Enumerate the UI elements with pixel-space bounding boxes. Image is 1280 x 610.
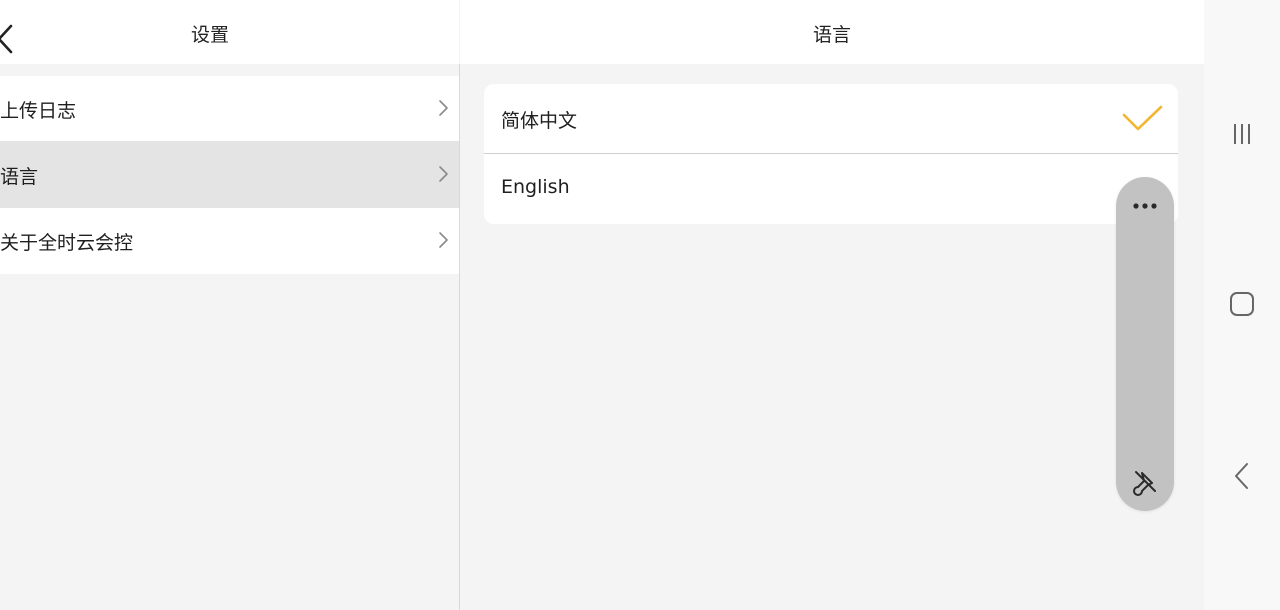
system-navigation-bar: [1204, 0, 1280, 610]
language-option-english[interactable]: English: [484, 154, 1178, 224]
settings-item-label: 上传日志: [0, 100, 77, 122]
settings-item-language[interactable]: 语言: [0, 142, 459, 208]
language-option-label: English: [501, 176, 570, 198]
language-option-simplified-chinese[interactable]: 简体中文: [484, 84, 1178, 154]
unpin-icon[interactable]: [1130, 467, 1160, 497]
floating-toolbar[interactable]: [1116, 177, 1174, 511]
checkmark-icon: [1122, 105, 1163, 131]
recent-apps-icon[interactable]: [1226, 118, 1258, 150]
language-option-label: 简体中文: [501, 110, 578, 132]
settings-list: 上传日志 语言 关于全时云会控: [0, 76, 459, 274]
settings-header: 设置: [0, 0, 459, 64]
settings-item-label: 关于全时云会控: [0, 232, 134, 254]
home-icon[interactable]: [1226, 288, 1258, 320]
chevron-right-icon: [439, 166, 448, 182]
settings-app: 设置 语言 上传日志 语言 关于全时云会控 简体中文 English: [0, 0, 1204, 610]
pane-divider: [459, 64, 460, 610]
language-options-card: 简体中文 English: [484, 84, 1178, 224]
language-header: 语言: [460, 0, 1204, 64]
chevron-right-icon: [439, 232, 448, 248]
settings-title: 设置: [190, 24, 229, 46]
language-title: 语言: [812, 24, 851, 46]
more-dots-icon[interactable]: [1126, 191, 1164, 221]
back-icon[interactable]: [1226, 460, 1258, 492]
chevron-right-icon: [439, 100, 448, 116]
settings-item-label: 语言: [0, 166, 39, 188]
settings-item-about[interactable]: 关于全时云会控: [0, 208, 459, 274]
settings-item-upload-logs[interactable]: 上传日志: [0, 76, 459, 142]
